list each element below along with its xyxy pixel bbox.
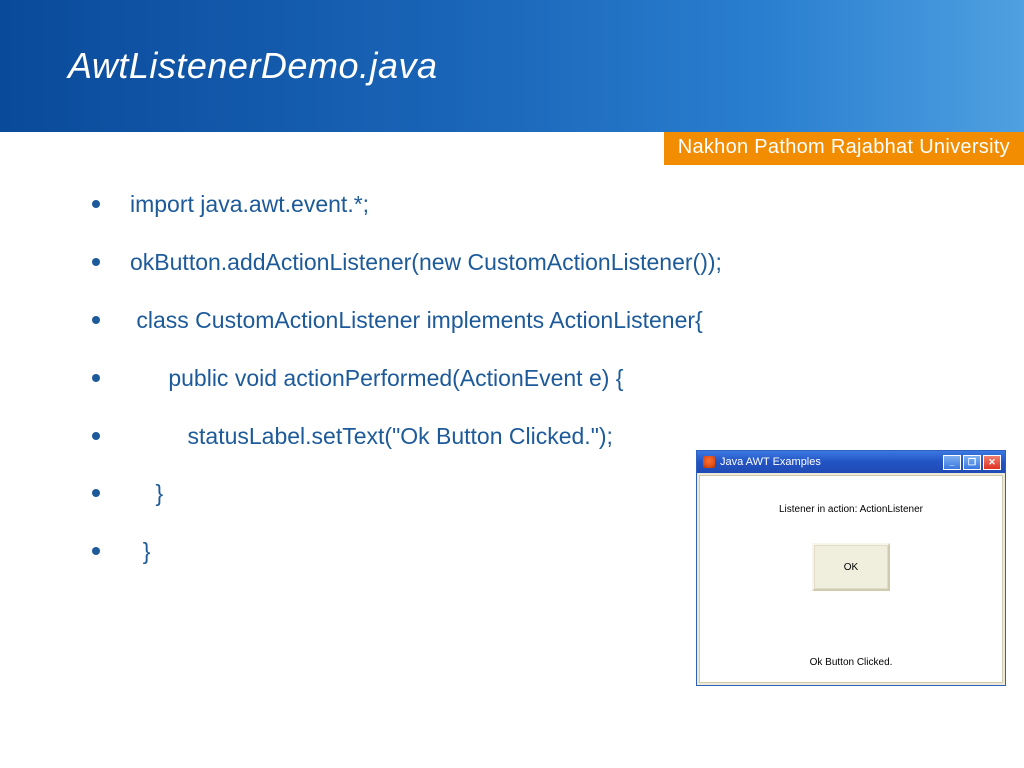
bullet-item: statusLabel.setText("Ok Button Clicked."… bbox=[92, 422, 954, 452]
minimize-button[interactable]: _ bbox=[943, 455, 961, 470]
bullet-icon bbox=[92, 316, 100, 324]
bullet-icon bbox=[92, 547, 100, 555]
ok-button[interactable]: OK bbox=[812, 543, 890, 591]
bullet-text: } bbox=[130, 537, 150, 567]
java-icon bbox=[703, 456, 715, 468]
bullet-item: class CustomActionListener implements Ac… bbox=[92, 306, 954, 336]
awt-title: Java AWT Examples bbox=[720, 456, 941, 468]
bullet-text: statusLabel.setText("Ok Button Clicked."… bbox=[130, 422, 613, 452]
awt-window: Java AWT Examples _ ❐ ✕ Listener in acti… bbox=[696, 450, 1006, 686]
close-button[interactable]: ✕ bbox=[983, 455, 1001, 470]
awt-body: Listener in action: ActionListener OK Ok… bbox=[699, 475, 1003, 683]
slide-header: AwtListenerDemo.java bbox=[0, 0, 1024, 132]
bullet-icon bbox=[92, 489, 100, 497]
awt-label-listener: Listener in action: ActionListener bbox=[779, 504, 923, 515]
bullet-text: class CustomActionListener implements Ac… bbox=[130, 306, 703, 336]
slide-title: AwtListenerDemo.java bbox=[68, 45, 438, 87]
university-badge: Nakhon Pathom Rajabhat University bbox=[664, 132, 1024, 165]
bullet-text: okButton.addActionListener(new CustomAct… bbox=[130, 248, 722, 278]
bullet-icon bbox=[92, 374, 100, 382]
bullet-icon bbox=[92, 200, 100, 208]
bullet-icon bbox=[92, 432, 100, 440]
bullet-text: } bbox=[130, 479, 163, 509]
bullet-icon bbox=[92, 258, 100, 266]
bullet-item: import java.awt.event.*; bbox=[92, 190, 954, 220]
awt-titlebar: Java AWT Examples _ ❐ ✕ bbox=[697, 451, 1005, 473]
bullet-item: okButton.addActionListener(new CustomAct… bbox=[92, 248, 954, 278]
awt-status-label: Ok Button Clicked. bbox=[810, 657, 893, 668]
bullet-text: import java.awt.event.*; bbox=[130, 190, 369, 220]
bullet-text: public void actionPerformed(ActionEvent … bbox=[130, 364, 623, 394]
maximize-button[interactable]: ❐ bbox=[963, 455, 981, 470]
bullet-item: public void actionPerformed(ActionEvent … bbox=[92, 364, 954, 394]
